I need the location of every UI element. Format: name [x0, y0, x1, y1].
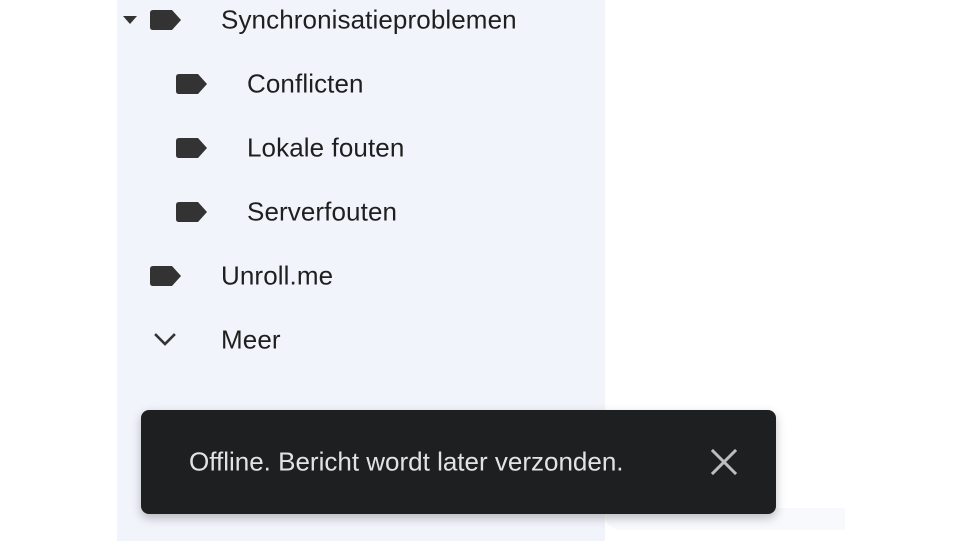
sidebar-item-label: Meer — [221, 324, 281, 355]
sidebar-item-label: Synchronisatieproblemen — [221, 4, 517, 35]
sidebar-item-lokale-fouten[interactable]: Lokale fouten — [117, 128, 605, 168]
sidebar-item-conflicten[interactable]: Conflicten — [117, 64, 605, 104]
chevron-down-icon — [154, 333, 176, 347]
sidebar-item-synchronisatieproblemen[interactable]: Synchronisatieproblemen — [117, 0, 605, 40]
sidebar-item-label: Conflicten — [247, 68, 364, 99]
caret-down-icon[interactable] — [123, 15, 137, 25]
label-icon — [150, 266, 181, 286]
label-icon — [176, 202, 207, 222]
sidebar-item-label: Unroll.me — [221, 260, 334, 291]
sidebar-item-label: Lokale fouten — [247, 132, 405, 163]
label-icon — [176, 74, 207, 94]
sidebar-item-unroll-me[interactable]: Unroll.me — [117, 256, 605, 296]
label-icon — [176, 138, 207, 158]
snackbar-message: Offline. Bericht wordt later verzonden. — [189, 446, 624, 477]
sidebar-item-serverfouten[interactable]: Serverfouten — [117, 192, 605, 232]
sidebar-item-meer[interactable]: Meer — [117, 320, 605, 360]
sidebar-item-label: Serverfouten — [247, 196, 398, 227]
close-icon[interactable] — [709, 447, 739, 477]
offline-snackbar: Offline. Bericht wordt later verzonden. — [141, 410, 776, 514]
label-icon — [150, 10, 181, 30]
